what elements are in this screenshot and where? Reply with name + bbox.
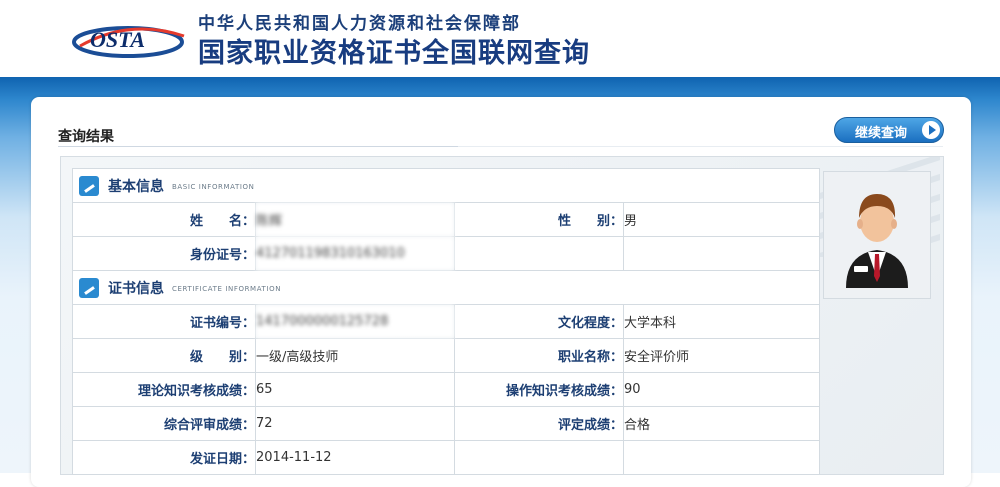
info-table: 基本信息 BASIC INFORMATION 姓 名： 陈辉 性 别： 男 身份… xyxy=(72,168,820,475)
pen-icon xyxy=(79,176,99,196)
person-icon xyxy=(846,194,908,288)
rating-value: 合格 xyxy=(623,406,820,441)
table-row: 身份证号： 412701198310163010 xyxy=(72,236,820,271)
id-label: 身份证号： xyxy=(72,236,256,271)
level-value: 一级/高级技师 xyxy=(255,338,455,373)
name-label: 姓 名： xyxy=(72,202,256,237)
section-subtitle: CERTIFICATE INFORMATION xyxy=(172,285,282,293)
page-header: OSTA 中华人民共和国人力资源和社会保障部 国家职业资格证书全国联网查询 xyxy=(0,0,1000,77)
rating-label: 评定成绩： xyxy=(454,406,624,441)
section-subtitle: BASIC INFORMATION xyxy=(172,183,255,191)
section-header-certificate: 证书信息 CERTIFICATE INFORMATION xyxy=(72,270,820,305)
table-row: 综合评审成绩： 72 评定成绩： 合格 xyxy=(72,406,820,441)
name-value: 陈辉 xyxy=(255,202,455,237)
table-row: 姓 名： 陈辉 性 别： 男 xyxy=(72,202,820,237)
theory-score-value: 65 xyxy=(255,372,455,407)
issue-date-value: 2014-11-12 xyxy=(255,440,455,475)
continue-query-button[interactable]: 继续查询 xyxy=(834,117,944,143)
table-row: 理论知识考核成绩： 65 操作知识考核成绩： 90 xyxy=(72,372,820,407)
empty-cell xyxy=(454,440,624,475)
cert-no-label: 证书编号： xyxy=(72,304,256,339)
empty-cell xyxy=(623,440,820,475)
system-name: 国家职业资格证书全国联网查询 xyxy=(198,38,590,69)
theory-score-label: 理论知识考核成绩： xyxy=(72,372,256,407)
section-title: 基本信息 xyxy=(108,179,164,195)
arrow-right-icon xyxy=(922,121,940,139)
table-row: 证书编号： 1417000000125728 文化程度： 大学本科 xyxy=(72,304,820,339)
overall-score-label: 综合评审成绩： xyxy=(72,406,256,441)
section-header-basic: 基本信息 BASIC INFORMATION xyxy=(72,168,820,203)
education-value: 大学本科 xyxy=(623,304,820,339)
table-row: 级 别： 一级/高级技师 职业名称： 安全评价师 xyxy=(72,338,820,373)
continue-query-label: 继续查询 xyxy=(855,126,908,141)
pen-icon xyxy=(79,278,99,298)
gender-label: 性 别： xyxy=(454,202,624,237)
practice-score-value: 90 xyxy=(623,372,820,407)
empty-cell xyxy=(623,236,820,271)
education-label: 文化程度： xyxy=(454,304,624,339)
cert-no-value: 1417000000125728 xyxy=(255,304,455,339)
result-title: 查询结果 xyxy=(58,129,114,145)
job-value: 安全评价师 xyxy=(623,338,820,373)
osta-logo: OSTA xyxy=(72,26,185,58)
id-value: 412701198310163010 xyxy=(255,236,455,271)
divider xyxy=(458,146,943,147)
avatar xyxy=(823,171,931,299)
divider xyxy=(58,146,458,147)
job-label: 职业名称： xyxy=(454,338,624,373)
section-title: 证书信息 xyxy=(108,281,164,297)
svg-text:OSTA: OSTA xyxy=(90,27,145,52)
level-label: 级 别： xyxy=(72,338,256,373)
gender-value: 男 xyxy=(623,202,820,237)
practice-score-label: 操作知识考核成绩： xyxy=(454,372,624,407)
empty-cell xyxy=(454,236,624,271)
table-row: 发证日期： 2014-11-12 xyxy=(72,440,820,475)
issue-date-label: 发证日期： xyxy=(72,440,256,475)
overall-score-value: 72 xyxy=(255,406,455,441)
